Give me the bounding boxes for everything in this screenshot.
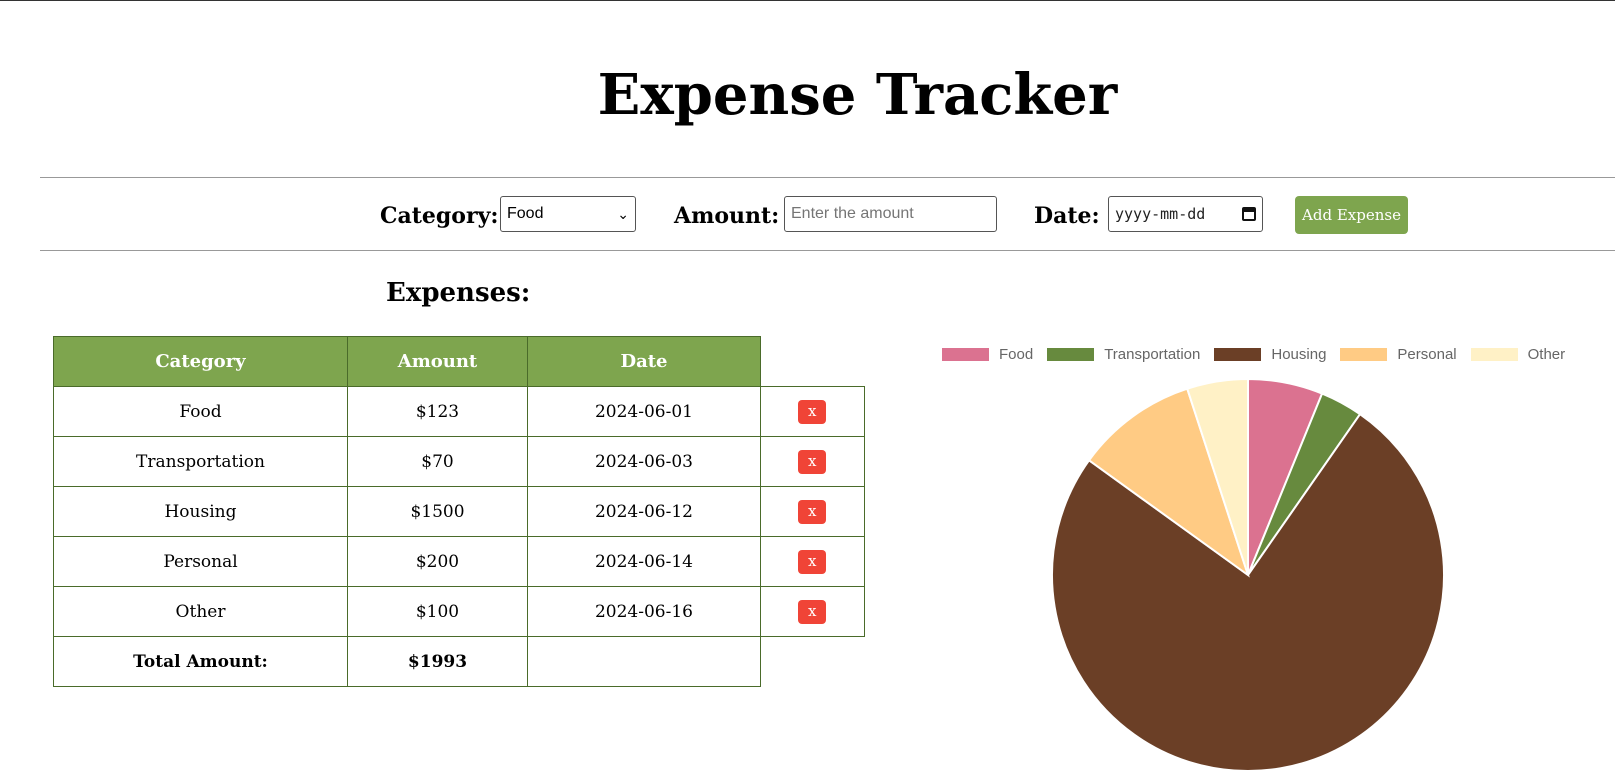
header-category: Category (53, 336, 348, 387)
table-row: Personal $200 2024-06-14 x (53, 536, 865, 587)
chart-legend: Food Transportation Housing Personal Other (942, 346, 1579, 363)
table-row: Housing $1500 2024-06-12 x (53, 486, 865, 537)
expenses-table: Category Amount Date Food $123 2024-06-0… (53, 336, 865, 687)
page-title: Expense Tracker (597, 62, 1118, 128)
cell-date: 2024-06-03 (527, 436, 761, 487)
date-placeholder: yyyy-mm-dd (1115, 205, 1206, 223)
cell-action: x (760, 486, 865, 537)
date-label: Date: (1034, 203, 1100, 229)
cell-amount: $100 (347, 586, 528, 637)
cell-category: Housing (53, 486, 348, 537)
total-row: Total Amount: $1993 (53, 636, 865, 687)
legend-label: Personal (1397, 346, 1457, 363)
table-header-row: Category Amount Date (53, 336, 865, 387)
cell-amount: $123 (347, 386, 528, 437)
legend-item-other[interactable]: Other (1470, 346, 1566, 363)
legend-swatch (942, 348, 989, 361)
date-input[interactable]: yyyy-mm-dd (1108, 196, 1263, 232)
delete-button[interactable]: x (798, 499, 827, 524)
delete-button[interactable]: x (798, 449, 827, 474)
legend-label: Other (1527, 346, 1566, 363)
table-row: Food $123 2024-06-01 x (53, 386, 865, 437)
legend-swatch (1047, 348, 1095, 361)
divider-top (40, 177, 1615, 178)
cell-category: Food (53, 386, 348, 437)
divider-bottom (40, 250, 1615, 251)
amount-input[interactable]: Enter the amount (784, 196, 997, 232)
legend-swatch (1340, 348, 1388, 361)
total-value: $1993 (347, 636, 528, 687)
top-border (0, 0, 1615, 1)
legend-item-food[interactable]: Food (942, 346, 1033, 363)
cell-date: 2024-06-01 (527, 386, 761, 437)
cell-date: 2024-06-16 (527, 586, 761, 637)
table-row: Other $100 2024-06-16 x (53, 586, 865, 637)
category-select[interactable]: Food ⌄ (500, 196, 636, 232)
calendar-icon[interactable] (1242, 207, 1256, 221)
cell-action: x (760, 386, 865, 437)
total-label: Total Amount: (53, 636, 348, 687)
cell-category: Transportation (53, 436, 348, 487)
legend-swatch (1470, 348, 1518, 361)
delete-button[interactable]: x (798, 399, 827, 424)
expense-pie-chart (1051, 377, 1445, 772)
cell-date: 2024-06-14 (527, 536, 761, 587)
amount-label: Amount: (674, 203, 780, 229)
cell-amount: $200 (347, 536, 528, 587)
category-select-value: Food (507, 205, 544, 222)
total-empty-cell (527, 636, 761, 687)
expense-form: Category: Food ⌄ Amount: Enter the amoun… (0, 196, 1615, 236)
cell-category: Other (53, 586, 348, 637)
chevron-down-icon: ⌄ (617, 205, 629, 222)
delete-button[interactable]: x (798, 599, 827, 624)
cell-date: 2024-06-12 (527, 486, 761, 537)
cell-amount: $70 (347, 436, 528, 487)
legend-label: Transportation (1104, 346, 1201, 363)
cell-action: x (760, 586, 865, 637)
add-expense-button[interactable]: Add Expense (1295, 196, 1408, 234)
delete-button[interactable]: x (798, 549, 827, 574)
expenses-heading: Expenses: (386, 278, 531, 308)
cell-action: x (760, 536, 865, 587)
legend-item-transportation[interactable]: Transportation (1047, 346, 1200, 363)
amount-placeholder: Enter the amount (791, 205, 914, 222)
category-label: Category: (380, 203, 499, 229)
legend-item-personal[interactable]: Personal (1340, 346, 1457, 363)
cell-amount: $1500 (347, 486, 528, 537)
legend-label: Food (999, 346, 1034, 363)
header-amount: Amount (347, 336, 528, 387)
header-date: Date (527, 336, 761, 387)
table-row: Transportation $70 2024-06-03 x (53, 436, 865, 487)
legend-item-housing[interactable]: Housing (1214, 346, 1326, 363)
legend-label: Housing (1271, 346, 1327, 363)
legend-swatch (1214, 348, 1262, 361)
cell-category: Personal (53, 536, 348, 587)
cell-action: x (760, 436, 865, 487)
